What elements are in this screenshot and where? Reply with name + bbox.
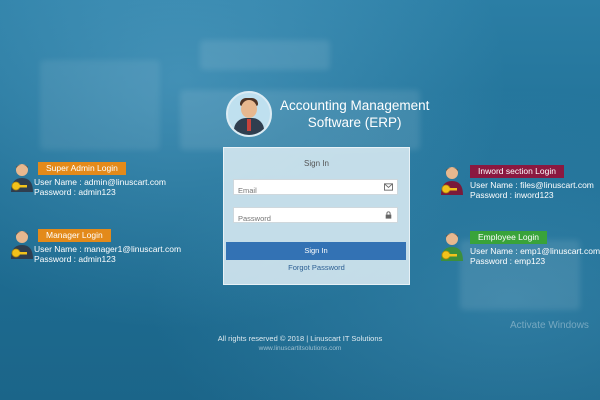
signin-title: Sign In [304, 159, 329, 168]
app-title-line1: Accounting Management [280, 98, 430, 113]
manager-login-badge: Manager Login [38, 229, 111, 242]
avatar-tie [247, 119, 251, 131]
user-key-icon [11, 164, 33, 192]
super-admin-login-badge: Super Admin Login [38, 162, 126, 175]
employee-password: Password : emp123 [470, 256, 546, 266]
lock-icon [385, 211, 392, 219]
signin-panel: Sign In Sign In Forgot Password [223, 147, 410, 285]
email-field[interactable] [233, 179, 398, 198]
user-key-icon [441, 233, 463, 261]
app-title-line2: Software (ERP) [307, 115, 402, 130]
website-link[interactable]: www.linuscartitsolutions.com [0, 345, 600, 352]
forgot-password-link[interactable]: Forgot Password [224, 263, 409, 272]
signin-button[interactable]: Sign In [226, 242, 406, 260]
background-shape [200, 40, 330, 70]
inword-password: Password : inword123 [470, 190, 554, 200]
background-shape [40, 60, 160, 150]
user-key-icon [441, 167, 463, 195]
manager-username: User Name : manager1@linuscart.com [34, 244, 182, 254]
copyright-text: All rights reserved © 2018 | Linuscart I… [217, 334, 383, 343]
password-input[interactable] [234, 211, 378, 226]
inword-login-badge: Inword section Login [470, 165, 564, 178]
super-admin-username: User Name : admin@linuscart.com [34, 177, 166, 187]
avatar [226, 91, 272, 137]
inword-username: User Name : files@linuscart.com [470, 180, 594, 190]
password-field[interactable] [233, 207, 398, 226]
app-title: Accounting Management Software (ERP) [280, 97, 429, 131]
avatar-head [241, 100, 257, 118]
app-header: Accounting Management Software (ERP) [226, 91, 429, 137]
user-key-icon [11, 231, 33, 259]
employee-login-badge: Employee Login [470, 231, 547, 244]
super-admin-password: Password : admin123 [34, 187, 116, 197]
envelope-icon [384, 183, 393, 191]
email-input[interactable] [234, 183, 378, 198]
employee-username: User Name : emp1@linuscart.com [470, 246, 600, 256]
manager-password: Password : admin123 [34, 254, 116, 264]
windows-activation-watermark: Activate Windows [510, 320, 589, 331]
